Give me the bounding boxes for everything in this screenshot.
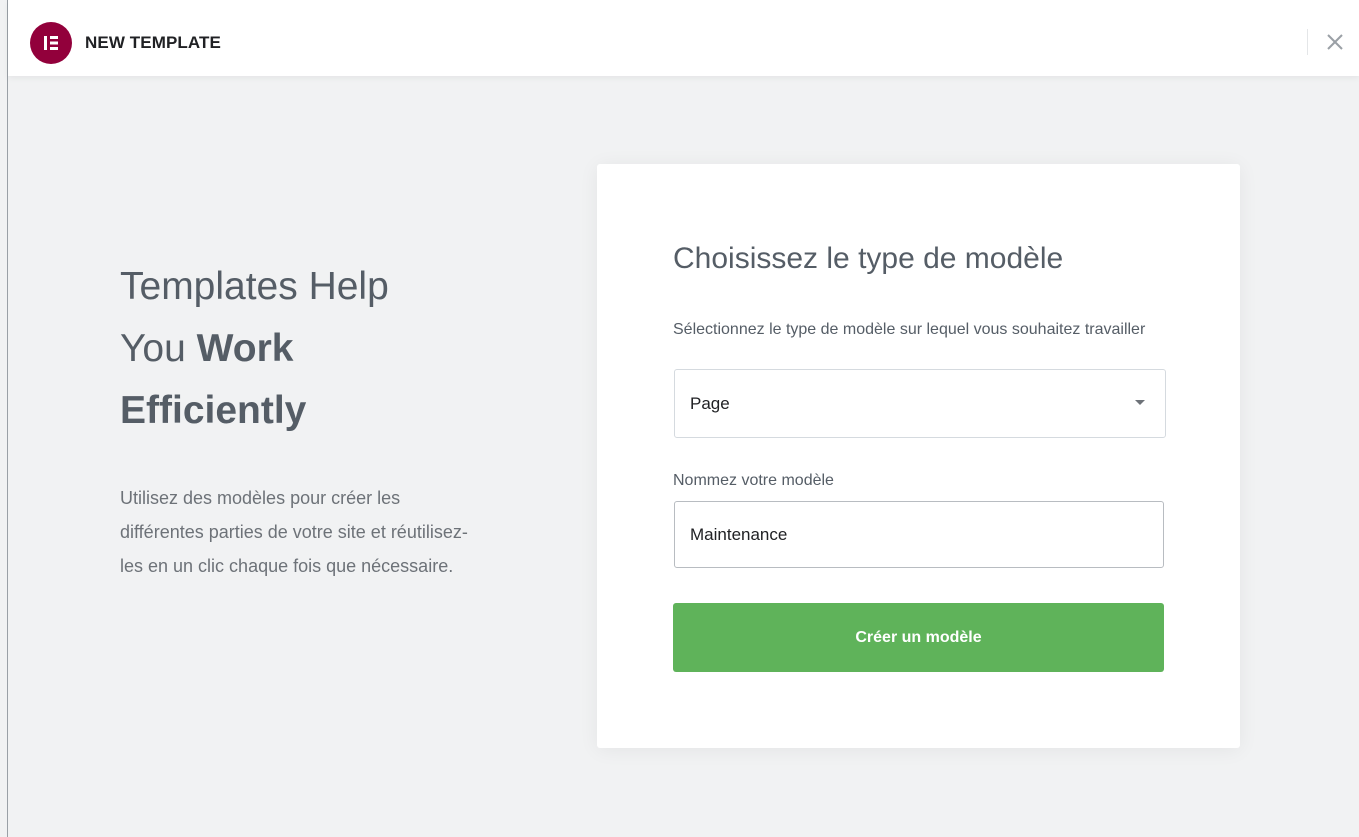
new-template-modal: NEW TEMPLATE Templates Help You Work Eff… [0, 0, 1359, 837]
intro-description: Utilisez des modèles pour créer les diff… [120, 488, 468, 576]
template-type-label: Sélectionnez le type de modèle sur leque… [673, 321, 1146, 338]
elementor-logo-icon [30, 22, 72, 64]
form-title: Choisissez le type de modèle [673, 242, 1064, 275]
create-template-button[interactable]: Créer un modèle [673, 603, 1164, 672]
window-edge [7, 0, 8, 837]
header-divider [1307, 29, 1308, 55]
close-icon [1327, 34, 1343, 50]
intro-heading: Templates Help You Work Efficiently [120, 256, 520, 442]
close-button[interactable] [1319, 26, 1351, 58]
intro-heading-line1: Templates Help [120, 265, 389, 308]
template-name-label: Nommez votre modèle [673, 472, 834, 489]
template-type-select[interactable]: Page [674, 369, 1166, 438]
template-name-input[interactable] [674, 501, 1164, 568]
template-type-selected-value: Page [690, 394, 730, 413]
modal-header: NEW TEMPLATE [8, 0, 1359, 76]
intro-heading-line3-bold: Efficiently [120, 389, 307, 432]
modal-title: NEW TEMPLATE [85, 33, 221, 52]
caret-down-icon [1135, 400, 1145, 405]
intro-heading-line2-plain: You [120, 327, 197, 370]
template-form-card: Choisissez le type de modèle Sélectionne… [597, 164, 1240, 748]
intro-heading-line2-bold: Work [196, 327, 294, 370]
